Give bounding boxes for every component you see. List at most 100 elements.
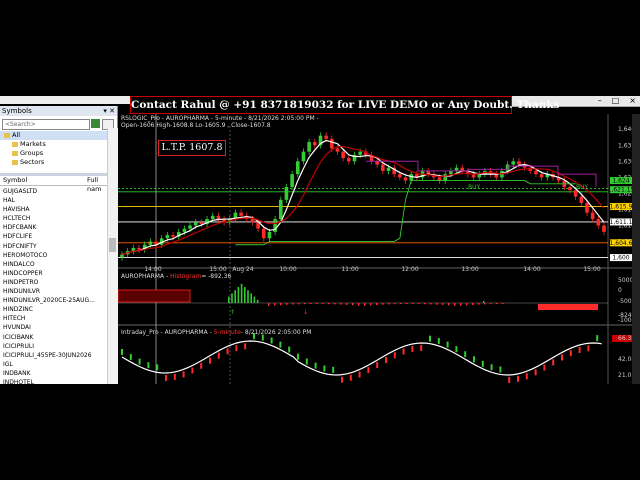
candle-body [517,161,521,165]
oscillator-bar [534,369,537,376]
symbol-row[interactable]: ICICIBANK [0,333,107,342]
histogram-bar [228,296,230,303]
symbol-row[interactable]: HINDPETRO [0,278,107,287]
tree-node-sectors[interactable]: Sectors [0,158,107,167]
symbol-row[interactable]: IGL [0,360,107,369]
symbol-row[interactable]: INDBANK [0,369,107,378]
oscillator-bar [226,348,229,355]
time-axis-label: 12:00 [401,266,418,273]
symbol-list-scrollbar[interactable] [107,128,118,384]
histogram-bar [237,287,240,303]
pane3-title: Intraday_Pro - AUROPHARMA - 5-minute- 8/… [121,329,312,336]
oscillator-bar [165,374,167,381]
histogram-bar [382,303,384,305]
ema-line [121,145,605,255]
symbol-row[interactable]: HINDUNILVR_2020CE-25AUG... [0,296,107,305]
ltp-label: L.T.P. 1607.8 [158,140,226,156]
oscillator-bar [349,374,352,381]
oscillator-bar [314,362,317,369]
symbol-row[interactable]: HINDUNILVR [0,287,107,296]
candle-body [250,219,255,223]
main-pane-ohlc: Open-1606 High-1608.8 Lo-1605.9 , Close-… [121,122,271,129]
symbol-row[interactable]: HAL [0,196,107,205]
candle-body [301,151,306,162]
oscillator-bar [473,356,475,363]
candle-body [341,151,345,159]
symbol-row[interactable]: HDFCLIFE [0,232,107,241]
chart-area[interactable]: 1,6401,6351,6301,6251,6201,6151,6101,605… [117,114,640,384]
candle-body [267,231,272,239]
histogram-bar [448,303,450,306]
oscillator-bar [182,371,185,378]
symbol-row[interactable]: HINDZINC [0,305,107,314]
candle-body [182,228,187,232]
oscillator-bar [288,346,291,353]
oscillator-bar [525,373,528,380]
oscillator-bar [209,357,211,364]
tree-node-groups[interactable]: Groups [0,149,107,158]
candle-body [148,241,153,245]
symbol-row[interactable]: HDFCBANK [0,223,107,232]
maximize-icon[interactable]: □ [612,96,620,105]
symbol-row[interactable]: HINDALCO [0,260,107,269]
price-tag-label: 1,600 [612,255,629,262]
pane2-title: AUROPHARMA - Histogram= -892.36 [121,273,232,280]
candle-body [295,161,300,175]
symbols-panel: Symbols ▾ ✕ <Search> All Markets Groups … [0,106,118,384]
symbol-row[interactable]: INDHOTEL [0,378,107,384]
oscillator-bar [138,358,141,365]
histogram-bar [240,283,243,303]
candle-body [386,167,391,171]
minimize-icon[interactable]: – [598,96,602,105]
window-controls: – □ × [598,96,636,105]
oscillator-bar [508,376,511,383]
price-tag-label: 1,621.15 [608,187,635,194]
symbol-row[interactable]: HINDCOPPER [0,269,107,278]
down-arrow-icon: ↓ [303,309,308,316]
candle-body [403,177,408,181]
oscillator-bar [499,366,502,373]
buy-signal-label: BUY [468,184,481,191]
oscillator-bar [270,337,273,344]
candle-body [579,196,584,204]
histogram-bar [442,303,444,306]
column-header-symbol[interactable]: Symbol [3,176,27,185]
panel-controls-icon[interactable]: ▾ ✕ [103,106,115,116]
candle-body [261,228,266,239]
histogram-bar [280,303,282,306]
candle-body [284,186,289,200]
symbol-list-header: Symbol Full nam [0,176,107,193]
symbol-row[interactable]: GUJGASLTD [0,187,107,196]
search-go-button[interactable] [91,119,100,128]
candle-body [539,174,544,178]
tree-node-markets[interactable]: Markets [0,140,107,149]
oscillator-bar [121,349,123,355]
candle-body [324,135,328,139]
oscillator-bar [437,337,440,344]
symbol-row[interactable]: ICICIPRULI_455PE-30JUN2026 [0,351,107,360]
close-icon[interactable]: × [629,96,636,105]
oscillator-bar [420,345,423,352]
oscillator-bar [217,352,220,359]
symbol-row[interactable]: HDFCNIFTY [0,242,107,251]
symbol-row[interactable]: ICICIPRULI [0,342,107,351]
histogram-bar [400,303,402,305]
time-axis-label: 13:00 [461,266,478,273]
oscillator-bar [200,362,203,369]
candle-body [216,215,221,220]
symbol-row[interactable]: HVUNDAI [0,323,107,332]
chart-scrollbar[interactable] [632,114,640,384]
candle-body [358,151,362,155]
symbol-row[interactable]: HAVISHA [0,205,107,214]
tree-node-all[interactable]: All [0,131,107,140]
scrollbar-thumb[interactable] [109,238,116,252]
symbol-search-input[interactable]: <Search> [2,119,90,130]
oscillator-bar [578,346,581,353]
symbol-row[interactable]: HEROMOTOCO [0,251,107,260]
symbol-row[interactable]: HCLTECH [0,214,107,223]
symbol-row[interactable]: HITECH [0,314,107,323]
buy-signal-label: BUY [576,184,589,191]
candle-body [120,254,124,258]
histogram-negative-block [117,289,191,303]
time-axis-label: 14:00 [144,266,161,273]
